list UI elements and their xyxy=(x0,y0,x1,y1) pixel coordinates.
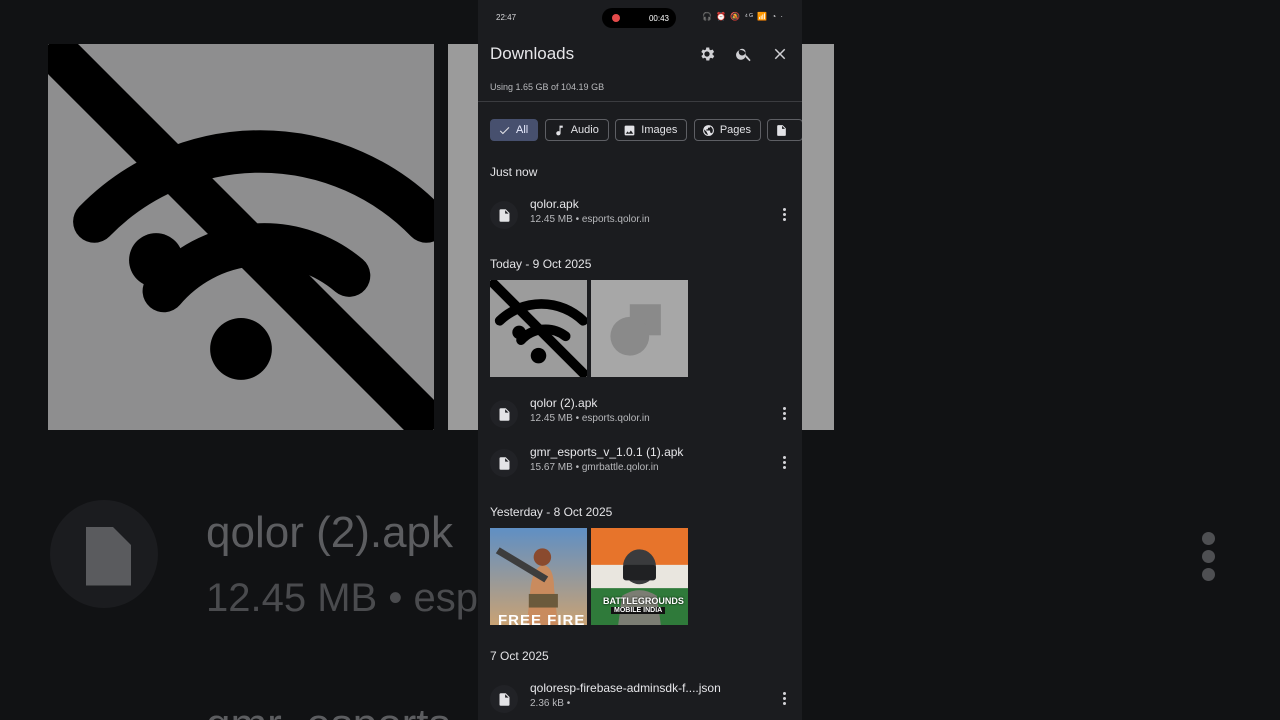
recording-timer: 00:43 xyxy=(648,14,669,23)
section-header-today: Today - 9 Oct 2025 xyxy=(490,257,592,271)
page-title: Downloads xyxy=(490,44,575,63)
filter-chip-all[interactable]: All xyxy=(490,119,539,141)
phone-screen: 22:47 00:43 🎧 ⏰ 🔕 ⁴ᴳ 📶 ◔ · Downloads Usi… xyxy=(478,0,802,720)
status-bar: 22:47 00:43 🎧 ⏰ 🔕 ⁴ᴳ 📶 ◔ · xyxy=(478,0,802,36)
file-meta: 15.67 MB • gmrbattle.qolor.in xyxy=(530,462,659,473)
more-options-icon[interactable] xyxy=(774,451,794,473)
image-thumbnail-no-signal[interactable] xyxy=(490,280,587,377)
document-icon xyxy=(777,124,787,136)
file-name: qolor (2).apk xyxy=(530,396,598,410)
backdrop-more-icon xyxy=(1202,532,1216,586)
file-icon xyxy=(490,449,518,477)
screen-recording-pill[interactable]: 00:43 xyxy=(602,8,676,28)
backdrop-file-title-2: gmr_esports xyxy=(206,700,451,720)
status-time: 22:47 xyxy=(496,13,517,22)
file-name: gmr_esports_v_1.0.1 (1).apk xyxy=(530,445,684,459)
image-thumbnail-free-fire[interactable]: FREE FIRE xyxy=(490,528,587,625)
filter-chip-documents[interactable] xyxy=(767,119,802,141)
file-name: qolor.apk xyxy=(530,197,579,211)
file-icon xyxy=(490,400,518,428)
image-thumbnail-placeholder[interactable] xyxy=(591,280,688,377)
file-meta: 2.36 kB • xyxy=(530,698,571,709)
file-name: qoloresp-firebase-adminsdk-f....json xyxy=(530,681,721,695)
filter-chip-label: Images xyxy=(641,124,678,136)
free-fire-caption: FREE FIRE xyxy=(498,612,586,625)
image-thumbnail-bgmi[interactable]: BATTLEGROUNDS MOBILE INDIA xyxy=(591,528,688,625)
app-header: Downloads xyxy=(478,36,802,72)
settings-button[interactable] xyxy=(696,43,718,65)
section-header-just-now: Just now xyxy=(490,165,538,179)
backdrop-file-icon xyxy=(50,500,158,608)
music-note-icon xyxy=(555,125,563,135)
more-options-icon[interactable] xyxy=(774,402,794,424)
search-button[interactable] xyxy=(733,43,755,65)
bgmi-caption-line-2: MOBILE INDIA xyxy=(611,607,666,614)
free-fire-artwork-icon xyxy=(490,528,587,625)
file-meta: 12.45 MB • esports.qolor.in xyxy=(530,413,650,424)
gear-icon xyxy=(701,47,715,61)
globe-icon xyxy=(702,124,714,136)
section-header-yesterday: Yesterday - 8 Oct 2025 xyxy=(490,505,613,519)
check-icon xyxy=(499,126,510,134)
filter-chips: All Audio Images Pages xyxy=(490,119,802,145)
storage-usage: Using 1.65 GB of 104.19 GB xyxy=(490,82,605,92)
status-icons: 🎧 ⏰ 🔕 ⁴ᴳ 📶 ◔ · xyxy=(702,12,785,21)
file-icon xyxy=(490,685,518,713)
close-icon xyxy=(774,48,786,60)
recording-dot-icon xyxy=(612,14,620,22)
filter-chip-label: All xyxy=(516,124,529,136)
filter-chip-images[interactable]: Images xyxy=(615,119,688,141)
list-item[interactable]: qoloresp-firebase-adminsdk-f....json 2.3… xyxy=(478,681,802,720)
list-item[interactable]: qolor.apk 12.45 MB • esports.qolor.in xyxy=(478,197,802,237)
wifi-off-icon xyxy=(490,280,587,377)
backdrop-file-title: qolor (2).apk xyxy=(206,508,454,557)
filter-chip-label: Audio xyxy=(570,124,599,136)
bgmi-caption-line-1: BATTLEGROUNDS xyxy=(603,596,684,606)
filter-chip-pages[interactable]: Pages xyxy=(693,119,762,141)
list-item[interactable]: gmr_esports_v_1.0.1 (1).apk 15.67 MB • g… xyxy=(478,445,802,485)
file-icon xyxy=(490,201,518,229)
search-icon xyxy=(736,48,751,62)
header-divider xyxy=(478,101,802,102)
image-icon xyxy=(624,125,635,135)
more-options-icon[interactable] xyxy=(774,203,794,225)
backdrop-thumbnail-no-signal xyxy=(42,38,448,436)
section-header-oct-7: 7 Oct 2025 xyxy=(490,649,549,663)
more-options-icon[interactable] xyxy=(774,687,794,709)
list-item[interactable]: qolor (2).apk 12.45 MB • esports.qolor.i… xyxy=(478,396,802,436)
image-placeholder-icon xyxy=(591,280,688,377)
file-meta: 12.45 MB • esports.qolor.in xyxy=(530,214,650,225)
close-button[interactable] xyxy=(769,43,791,65)
filter-chip-audio[interactable]: Audio xyxy=(544,119,609,141)
filter-chip-label: Pages xyxy=(719,124,752,136)
